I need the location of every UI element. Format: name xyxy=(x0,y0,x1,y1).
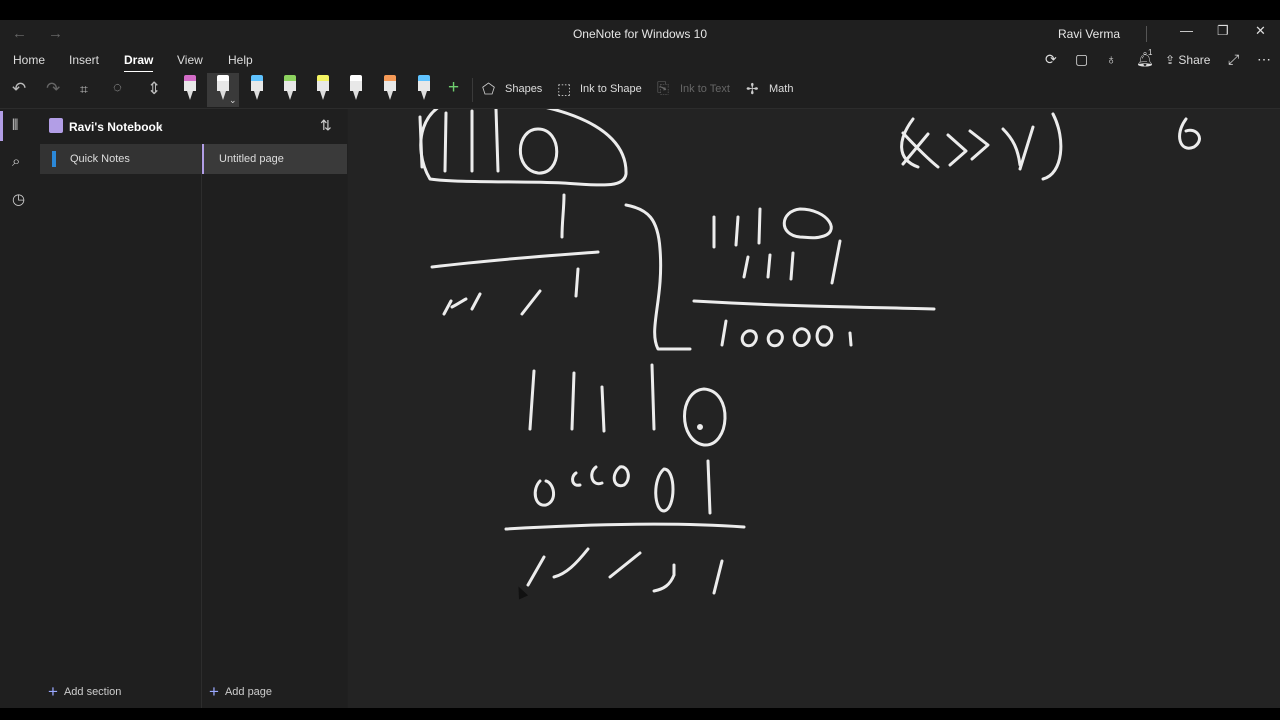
notebook-name[interactable]: Ravi's Notebook xyxy=(69,120,163,134)
ink-stroke-group xyxy=(418,109,628,316)
rail-active-indicator xyxy=(0,111,3,141)
search-icon[interactable]: ⌕ xyxy=(12,153,20,170)
ink-to-shape-icon[interactable]: ⬚ xyxy=(557,80,571,98)
minimize-icon[interactable]: — xyxy=(1180,23,1193,38)
title-bar: ← → OneNote for Windows 10 Ravi Verma — … xyxy=(0,20,1280,48)
page-label: Untitled page xyxy=(219,153,284,165)
ink-to-text-icon: ⎘ xyxy=(657,80,670,97)
sort-pages-icon[interactable]: ⇅ xyxy=(320,117,332,134)
pen-tool-icon[interactable] xyxy=(416,75,432,101)
shapes-button[interactable]: Shapes xyxy=(505,83,542,95)
shapes-icon[interactable]: ⬠ xyxy=(482,80,495,98)
section-color-tab xyxy=(52,151,56,167)
pen-tool-icon[interactable] xyxy=(249,75,265,101)
pen-tool-icon[interactable] xyxy=(215,75,231,101)
page-canvas[interactable] xyxy=(348,109,1280,708)
recent-notes-icon[interactable]: ◷ xyxy=(12,190,25,208)
ink-to-text-button: Ink to Text xyxy=(680,83,730,95)
page-list: Untitled page xyxy=(202,144,347,674)
pen-tool-icon[interactable] xyxy=(282,75,298,101)
pen-body xyxy=(418,81,430,91)
pen-tool-icon[interactable] xyxy=(348,75,364,101)
pen-tip xyxy=(353,91,359,100)
ribbon-tabs: Home Insert Draw View Help ⟳ ▢ ♁ 🔔︎ 1 ⇪ … xyxy=(0,48,1280,73)
section-list: Quick Notes xyxy=(40,144,201,674)
tab-draw[interactable]: Draw xyxy=(124,53,154,73)
titlebar-divider xyxy=(1146,26,1147,42)
tab-view[interactable]: View xyxy=(177,53,203,67)
sticky-notes-icon[interactable]: ▢ xyxy=(1075,51,1088,68)
draw-toolbar: ↶ ↷ ⌗ ◌ ⇕ ⌄ + ⬠ Shapes ⬚ Ink to Shape ⎘ … xyxy=(0,72,1280,109)
undo-icon[interactable]: ↶ xyxy=(12,79,26,99)
notification-count: 1 xyxy=(1148,48,1153,57)
add-space-icon[interactable]: ⇕ xyxy=(147,79,161,99)
notebooks-icon[interactable]: ⫴ xyxy=(12,117,18,134)
add-section-button[interactable]: + Add section xyxy=(48,682,121,702)
share-icon: ⇪ xyxy=(1165,53,1179,67)
tab-insert[interactable]: Insert xyxy=(69,53,99,67)
pen-tip xyxy=(254,91,260,100)
section-label: Quick Notes xyxy=(70,153,130,165)
pen-tip xyxy=(320,91,326,100)
onenote-window: ← → OneNote for Windows 10 Ravi Verma — … xyxy=(0,20,1280,708)
pen-tool-icon[interactable] xyxy=(382,75,398,101)
plus-icon: + xyxy=(48,682,58,701)
share-label: Share xyxy=(1178,53,1211,67)
pen-body xyxy=(217,81,229,91)
notebook-header[interactable]: Ravi's Notebook ⌄ ⇅ xyxy=(40,109,347,143)
lasso-select-icon[interactable]: ⌗ xyxy=(80,81,88,98)
pen-tool-icon[interactable] xyxy=(315,75,331,101)
pen-body xyxy=(184,81,196,91)
math-button[interactable]: Math xyxy=(769,83,793,95)
close-icon[interactable]: ✕ xyxy=(1255,23,1266,39)
notebook-icon xyxy=(49,118,63,133)
pen-tip xyxy=(187,91,193,100)
tab-home[interactable]: Home xyxy=(13,53,45,67)
ink-to-shape-button[interactable]: Ink to Shape xyxy=(580,83,642,95)
more-options-icon[interactable]: ⋯ xyxy=(1257,51,1271,68)
pen-body xyxy=(350,81,362,91)
plus-icon: + xyxy=(209,682,219,701)
pen-body xyxy=(384,81,396,91)
pen-tip xyxy=(387,91,393,100)
restore-icon[interactable]: ❐ xyxy=(1217,23,1229,39)
pen-body xyxy=(317,81,329,91)
add-pen-icon[interactable]: + xyxy=(448,77,459,99)
pen-tip xyxy=(287,91,293,100)
pen-body xyxy=(284,81,296,91)
section-item-quick-notes[interactable]: Quick Notes xyxy=(40,144,201,174)
add-page-label: Add page xyxy=(224,686,273,698)
notebook-pane: Ravi's Notebook ⌄ ⇅ Quick Notes Untitled… xyxy=(40,109,347,708)
fullscreen-icon[interactable]: ⤢ xyxy=(1228,51,1239,68)
sync-icon[interactable]: ⟳ xyxy=(1045,51,1057,68)
add-section-label: Add section xyxy=(63,686,122,698)
redo-icon[interactable]: ↷ xyxy=(46,79,60,99)
tab-help[interactable]: Help xyxy=(228,53,253,67)
add-page-button[interactable]: + Add page xyxy=(209,682,272,702)
pen-tip xyxy=(421,91,427,100)
user-name[interactable]: Ravi Verma xyxy=(1058,27,1120,41)
math-icon[interactable]: ✢ xyxy=(746,80,759,98)
chevron-down-icon[interactable]: ⌄ xyxy=(155,119,164,132)
ink-strokes[interactable] xyxy=(348,109,1280,708)
lasso-add-icon[interactable]: ◌ xyxy=(113,79,122,96)
pen-body xyxy=(251,81,263,91)
pen-tool-icon[interactable] xyxy=(182,75,198,101)
pen-tip xyxy=(220,91,226,100)
page-item-untitled[interactable]: Untitled page xyxy=(202,144,347,174)
navigation-rail: ⫴ ⌕ ◷ xyxy=(0,109,40,708)
toolbar-divider xyxy=(472,78,473,102)
share-button[interactable]: ⇪ Share xyxy=(1165,53,1210,67)
lightbulb-icon[interactable]: ♁ xyxy=(1106,51,1117,67)
